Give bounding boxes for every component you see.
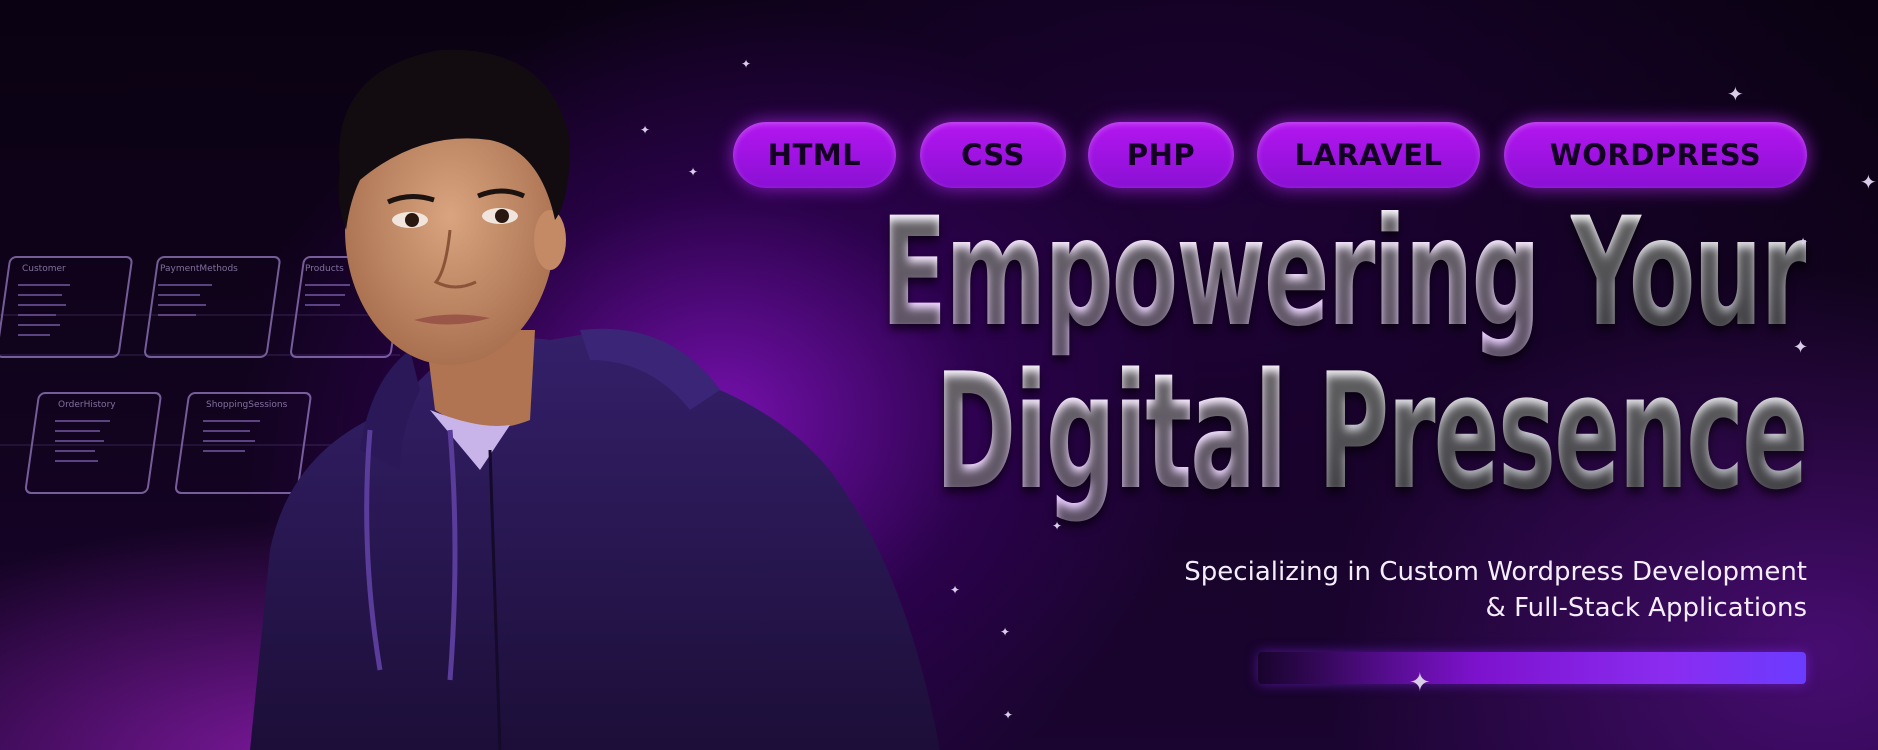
sparkle-icon: ✦ — [1793, 337, 1809, 358]
headline-word-presence: Presence — [1317, 338, 1808, 525]
sparkle-icon: ✦ — [1409, 668, 1431, 698]
headline-word-empowering: Empowering — [880, 186, 1541, 360]
pill-laravel: LARAVEL — [1257, 122, 1480, 188]
sparkle-icon: ✦ — [950, 583, 961, 597]
sparkle-icon: ✦ — [1003, 708, 1014, 722]
subtitle-line-2: & Full-Stack Applications — [1485, 593, 1807, 623]
pill-html: HTML — [733, 122, 896, 188]
headline-line-2: Digital Presence — [935, 352, 1808, 512]
sparkle-icon: ✦ — [1052, 519, 1063, 533]
subtitle-line-1: Specializing in Custom Wordpress Develop… — [1184, 557, 1807, 587]
pill-php: PHP — [1088, 122, 1234, 188]
headline-line-1: Empowering Your — [881, 198, 1808, 348]
sparkle-icon: ✦ — [688, 165, 699, 179]
hero-banner: Customer PaymentMethods Products OrderHi… — [0, 0, 1878, 750]
headline-word-your: Your — [1570, 186, 1808, 360]
sparkle-icon: ✦ — [640, 123, 651, 137]
schema-table-paymentmethods: PaymentMethods — [160, 264, 238, 274]
subtitle: Specializing in Custom Wordpress Develop… — [1184, 554, 1807, 626]
sparkle-icon: ✦ — [1727, 82, 1744, 106]
schema-table-orderhistory: OrderHistory — [58, 400, 116, 410]
sparkle-icon: ✦ — [1000, 625, 1011, 639]
schema-table-customer: Customer — [22, 264, 66, 274]
sparkle-icon: ✦ — [1860, 170, 1877, 194]
pill-wordpress: WORDPRESS — [1504, 122, 1807, 188]
sparkle-icon: ✦ — [741, 57, 752, 71]
pill-css: CSS — [920, 122, 1066, 188]
sparkle-icon: ✦ — [1798, 235, 1809, 249]
accent-bar — [1258, 652, 1806, 684]
headline-word-digital: Digital — [934, 338, 1288, 525]
